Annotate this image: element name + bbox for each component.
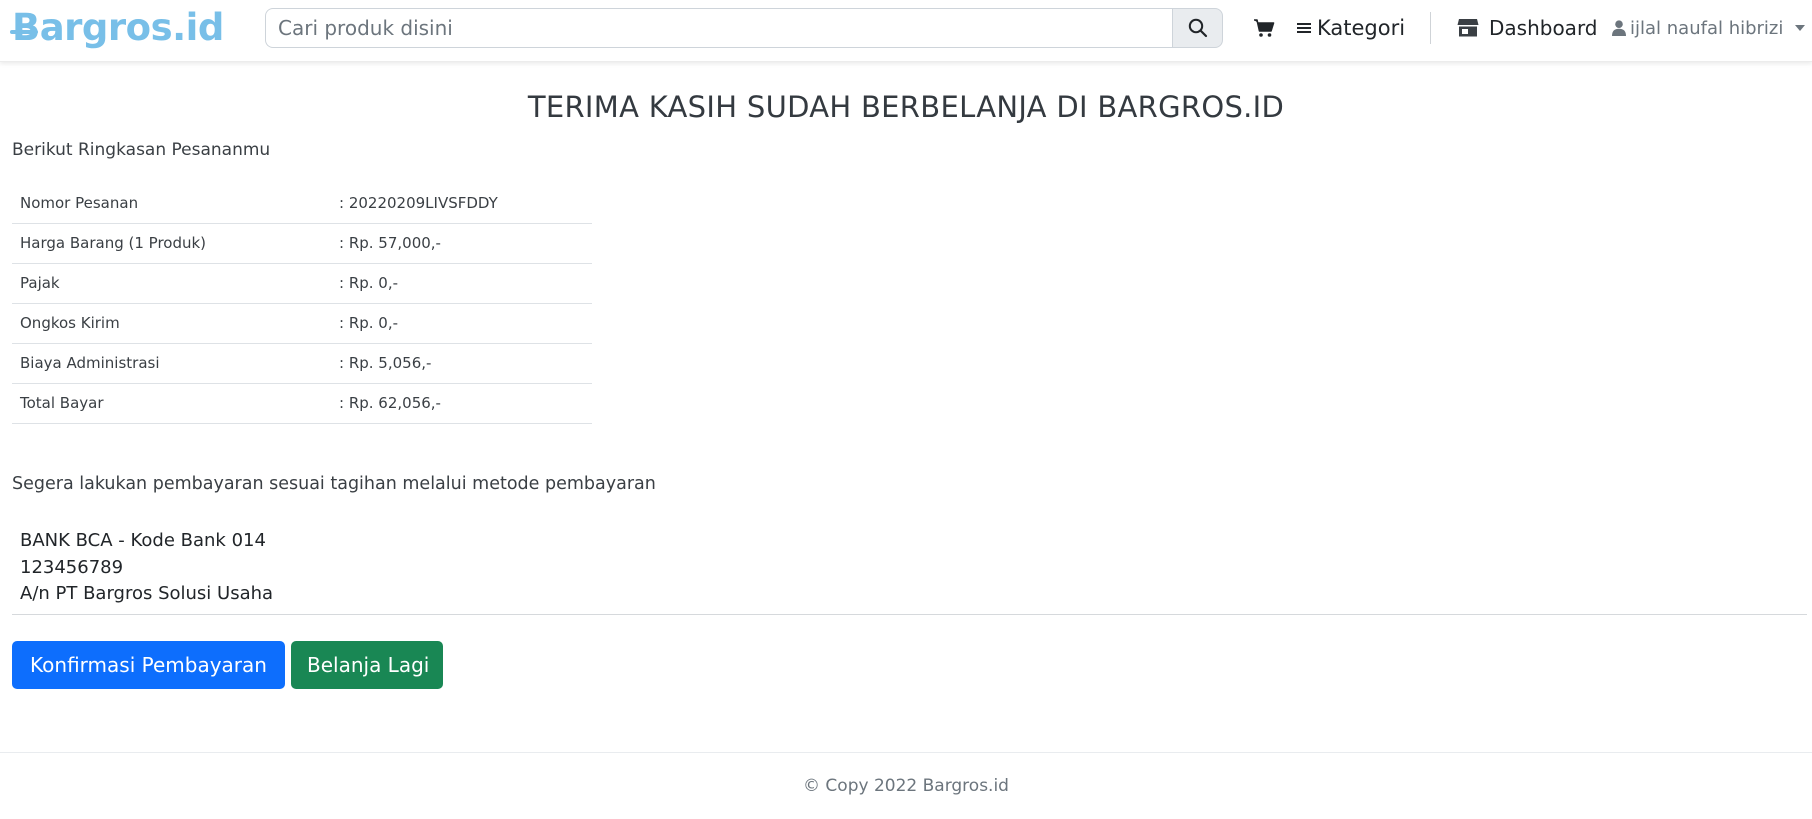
logo-dash-decoration xyxy=(10,30,38,34)
nav-divider xyxy=(1430,12,1431,44)
caret-down-icon xyxy=(1795,25,1806,31)
shop-again-button[interactable]: Belanja Lagi xyxy=(291,641,443,689)
summary-label: Biaya Administrasi xyxy=(12,343,331,384)
brand-name: Bargros.id xyxy=(12,6,224,49)
bank-account-holder: A/n PT Bargros Solusi Usaha xyxy=(20,583,274,604)
table-row: Total Bayar : Rp. 62,056,- xyxy=(12,383,592,424)
user-name: ijlal naufal hibrizi xyxy=(1630,17,1784,39)
summary-label: Nomor Pesanan xyxy=(12,183,331,224)
hamburger-icon xyxy=(1297,23,1311,33)
summary-label: Pajak xyxy=(12,263,331,304)
bank-name: BANK BCA - Kode Bank 014 xyxy=(20,530,266,551)
table-row: Harga Barang (1 Produk) : Rp. 57,000,- xyxy=(12,223,592,264)
summary-subtitle: Berikut Ringkasan Pesananmu xyxy=(12,140,271,160)
payment-instruction: Segera lakukan pembayaran sesuai tagihan… xyxy=(12,474,656,494)
nav-kategori-label: Kategori xyxy=(1317,16,1406,40)
brand-logo[interactable]: Bargros.id xyxy=(10,4,224,52)
footer: © Copy 2022 Bargros.id xyxy=(0,752,1812,817)
summary-value: : Rp. 5,056,- xyxy=(331,343,592,384)
nav-dashboard-label: Dashboard xyxy=(1489,16,1598,40)
user-menu[interactable]: ijlal naufal hibrizi xyxy=(1612,12,1806,44)
summary-label: Ongkos Kirim xyxy=(12,303,331,344)
nav-kategori[interactable]: Kategori xyxy=(1297,12,1405,44)
search-input[interactable] xyxy=(265,8,1172,48)
table-row: Nomor Pesanan : 20220209LIVSFDDY xyxy=(12,183,592,224)
order-summary-table: Nomor Pesanan : 20220209LIVSFDDY Harga B… xyxy=(12,183,592,424)
summary-value: : 20220209LIVSFDDY xyxy=(331,183,592,224)
cart-button[interactable] xyxy=(1252,16,1276,40)
navbar: Bargros.id Kategori xyxy=(0,0,1812,62)
table-row: Biaya Administrasi : Rp. 5,056,- xyxy=(12,343,592,384)
summary-value: : Rp. 0,- xyxy=(331,263,592,304)
nav-dashboard[interactable]: Dashboard xyxy=(1457,12,1598,44)
confirm-payment-button[interactable]: Konfirmasi Pembayaran xyxy=(12,641,285,689)
search-icon xyxy=(1188,18,1207,38)
footer-copyright: © Copy 2022 Bargros.id xyxy=(803,776,1009,796)
user-icon xyxy=(1612,20,1626,36)
summary-label: Total Bayar xyxy=(12,383,331,424)
page-title: TERIMA KASIH SUDAH BERBELANJA DI BARGROS… xyxy=(527,90,1285,124)
summary-value: : Rp. 62,056,- xyxy=(331,383,592,424)
cart-icon xyxy=(1254,19,1275,37)
summary-value: : Rp. 57,000,- xyxy=(331,223,592,264)
store-icon xyxy=(1457,19,1479,37)
summary-value: : Rp. 0,- xyxy=(331,303,592,344)
table-row: Pajak : Rp. 0,- xyxy=(12,263,592,304)
section-divider xyxy=(12,614,1807,615)
table-row: Ongkos Kirim : Rp. 0,- xyxy=(12,303,592,344)
summary-label: Harga Barang (1 Produk) xyxy=(12,223,331,264)
bank-account-number: 123456789 xyxy=(20,556,124,578)
search-bar xyxy=(265,8,1223,48)
bank-info: BANK BCA - Kode Bank 014 123456789 A/n P… xyxy=(20,528,273,608)
search-button[interactable] xyxy=(1172,8,1223,48)
